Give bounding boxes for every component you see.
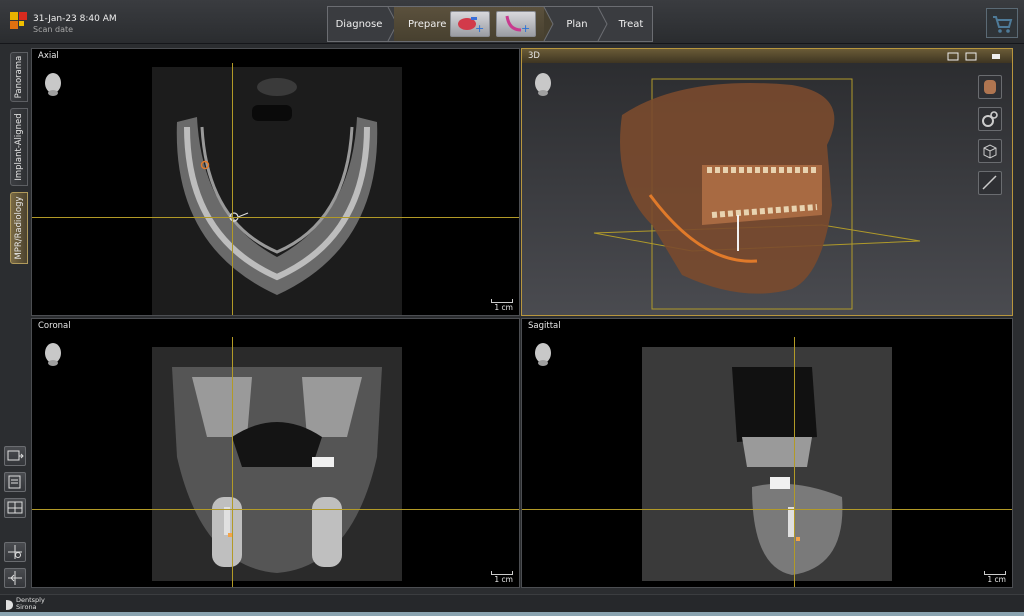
scan-date: 31-Jan-23 8:40 AM (33, 14, 117, 24)
workflow-step-label: Prepare (408, 18, 447, 30)
viewport-axial[interactable]: Axial 1 cm (31, 48, 520, 316)
eye-crosshair-icon (8, 545, 22, 559)
crosshair-vertical[interactable] (232, 63, 233, 315)
axial-ct-image (152, 67, 402, 315)
top-bar: 31-Jan-23 8:40 AM Scan date Diagnose Pre… (0, 0, 1024, 44)
report-button[interactable] (4, 472, 26, 492)
brand-name: Dentsply Sirona (16, 597, 45, 611)
workflow-step-plan[interactable]: Plan (554, 7, 600, 41)
layout-icon (7, 501, 23, 514)
scan-date-label: Scan date (33, 25, 74, 34)
skull-icon (984, 80, 996, 94)
viewport-title-text: 3D (528, 51, 540, 61)
chevron-right-icon (597, 7, 608, 41)
workflow-bar: Diagnose Prepare + + Plan Treat (327, 6, 653, 42)
head-orientation-icon[interactable] (42, 341, 64, 367)
brand-line2: Sirona (16, 603, 37, 611)
settings-button[interactable] (978, 107, 1002, 131)
workflow-step-diagnose[interactable]: Diagnose (328, 7, 390, 41)
coronal-ct-image (152, 347, 402, 581)
viewport-3d[interactable]: 3D (521, 48, 1013, 316)
crosshair-icon (8, 571, 22, 585)
viewport-title: 3D (522, 49, 1012, 63)
workflow-step-label: Diagnose (335, 18, 383, 30)
window-toggle-icon (992, 54, 1000, 59)
viewport-header-tools (947, 52, 1000, 61)
cart-icon (993, 16, 1013, 33)
sagittal-ct-image (642, 347, 892, 581)
layout-button[interactable] (4, 498, 26, 518)
cart-button[interactable] (986, 8, 1018, 38)
head-orientation-icon[interactable] (42, 71, 64, 97)
crosshair-vertical[interactable] (794, 337, 795, 587)
left-sidebar: Panorama Implant-Aligned MPR/Radiology (0, 44, 30, 594)
3d-skull-render (593, 78, 921, 310)
screenshot-button[interactable] (4, 446, 26, 466)
viewport-coronal[interactable]: Coronal 1 cm (31, 318, 520, 588)
app-logo-icon (10, 12, 28, 30)
head-orientation-icon[interactable] (532, 71, 554, 97)
viewport-title: Sagittal (528, 321, 561, 331)
tab-label: Implant-Aligned (14, 113, 24, 181)
report-icon (8, 475, 21, 489)
camera-icon (947, 52, 959, 61)
crosshair-button[interactable] (4, 568, 26, 588)
tab-label: Panorama (14, 55, 24, 99)
tab-panorama[interactable]: Panorama (10, 52, 28, 102)
viewport-title: Coronal (38, 321, 71, 331)
view-options-button[interactable] (4, 542, 26, 562)
tab-implant-aligned[interactable]: Implant-Aligned (10, 108, 28, 186)
image-export-icon (7, 450, 24, 461)
workflow-step-label: Treat (618, 18, 644, 30)
svg-text:+: + (521, 22, 530, 35)
svg-text:+: + (475, 22, 484, 35)
crosshair-horizontal[interactable] (32, 217, 519, 218)
scale-label: 1 cm (494, 575, 513, 584)
viewport-sagittal[interactable]: Sagittal 1 cm (521, 318, 1013, 588)
nerve-plus-icon: + (505, 15, 530, 35)
pen-icon (982, 175, 997, 190)
scale-label: 1 cm (494, 303, 513, 312)
layers-icon (965, 52, 977, 61)
scale-label: 1 cm (987, 575, 1006, 584)
taskbar-strip (0, 612, 1024, 616)
head-orientation-icon[interactable] (532, 341, 554, 367)
workflow-step-label: Plan (566, 18, 588, 30)
cut-plane-button[interactable] (978, 171, 1002, 195)
implant-tool-button[interactable]: + (450, 11, 490, 37)
nerve-tool-button[interactable]: + (496, 11, 536, 37)
cube-icon (983, 144, 997, 159)
tab-mpr-radiology[interactable]: MPR/Radiology (10, 192, 28, 264)
render-mode-button[interactable] (978, 75, 1002, 99)
implant-plus-icon: + (458, 17, 484, 35)
chevron-right-icon (543, 7, 554, 41)
tab-label: MPR/Radiology (14, 196, 24, 260)
dentsply-logo-icon (6, 600, 13, 610)
viewport-title: Axial (38, 51, 59, 61)
crosshair-horizontal[interactable] (32, 509, 519, 510)
workflow-step-treat[interactable]: Treat (608, 7, 654, 41)
crosshair-vertical[interactable] (232, 337, 233, 587)
gear-icon (982, 111, 998, 127)
crosshair-horizontal[interactable] (522, 509, 1012, 510)
clipping-box-button[interactable] (978, 139, 1002, 163)
